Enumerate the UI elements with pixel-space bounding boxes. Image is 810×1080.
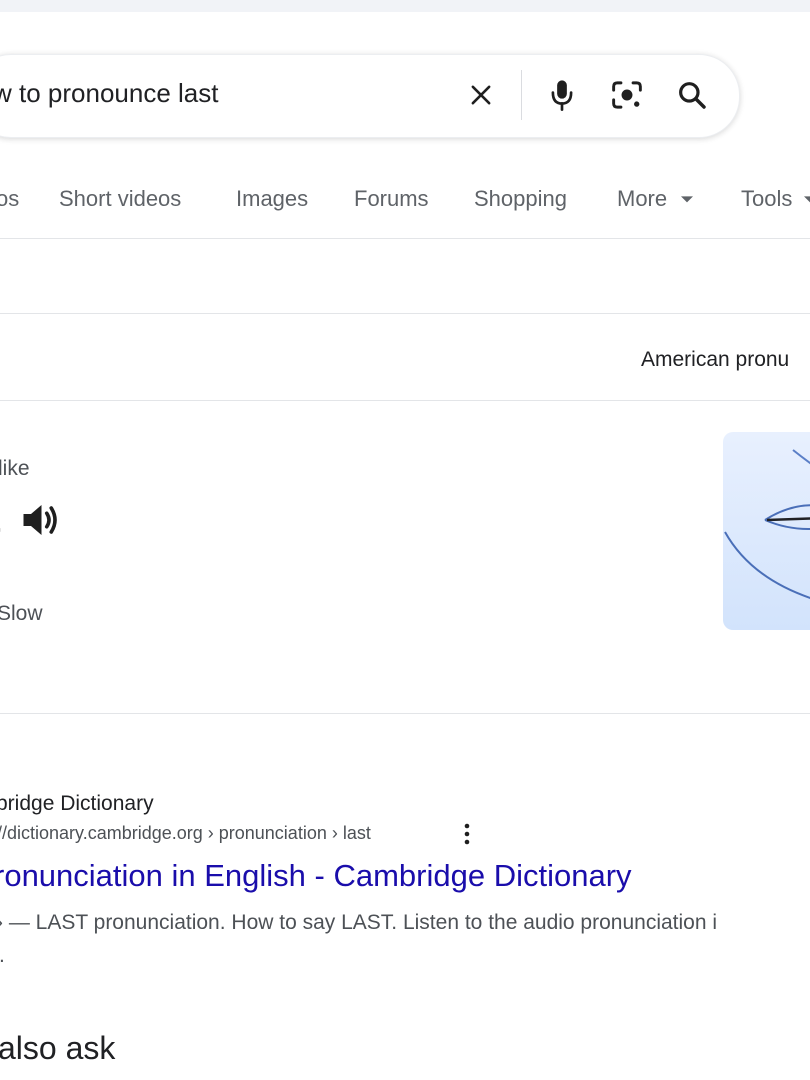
search-icon bbox=[679, 82, 706, 109]
play-pronunciation-button[interactable] bbox=[18, 498, 62, 542]
caret-down-icon bbox=[804, 196, 810, 203]
pronunciation-card-divider bbox=[0, 400, 810, 401]
voice-search-button[interactable] bbox=[540, 73, 584, 117]
tab-shopping[interactable]: Shopping bbox=[474, 186, 567, 212]
result-site-name[interactable]: bridge Dictionary bbox=[0, 792, 154, 816]
result-snippet: › — LAST pronunciation. How to say LAST.… bbox=[0, 911, 718, 934]
microphone-icon bbox=[551, 80, 573, 111]
slow-playback-toggle[interactable]: Slow bbox=[0, 602, 43, 626]
search-results-page: w to pronounce last os Short videos Imag… bbox=[0, 0, 810, 1080]
browser-top-strip bbox=[0, 0, 810, 12]
result-title-link[interactable]: ronunciation in English - Cambridge Dict… bbox=[0, 858, 632, 894]
caret-down-icon bbox=[681, 196, 694, 203]
section-divider bbox=[0, 313, 810, 314]
lips-diagram-icon bbox=[724, 449, 810, 599]
clear-search-button[interactable] bbox=[459, 73, 503, 117]
tabs-divider bbox=[0, 238, 810, 239]
search-submit-button[interactable] bbox=[670, 73, 714, 117]
more-vertical-icon bbox=[464, 823, 470, 845]
tab-tools[interactable]: Tools bbox=[741, 186, 810, 212]
phonetic-word: t bbox=[0, 493, 1, 543]
tab-forums[interactable]: Forums bbox=[354, 186, 429, 212]
close-icon bbox=[471, 85, 491, 105]
image-search-button[interactable] bbox=[605, 73, 649, 117]
accent-selector[interactable]: American pronu bbox=[641, 348, 789, 372]
camera-lens-icon bbox=[612, 81, 642, 109]
tab-images[interactable]: Images bbox=[236, 186, 308, 212]
result-divider bbox=[0, 713, 810, 714]
speaker-icon bbox=[23, 505, 57, 535]
result-snippet-continued: . bbox=[0, 944, 5, 968]
tab-videos[interactable]: os bbox=[0, 186, 19, 212]
tab-tools-label: Tools bbox=[741, 186, 793, 211]
sounds-like-label: like bbox=[0, 457, 30, 480]
tab-short-videos[interactable]: Short videos bbox=[59, 186, 181, 212]
result-url[interactable]: //dictionary.cambridge.org › pronunciati… bbox=[0, 823, 371, 844]
search-input[interactable]: w to pronounce last bbox=[0, 78, 218, 109]
search-divider bbox=[521, 70, 522, 120]
tab-more-label: More bbox=[617, 186, 668, 211]
tab-more[interactable]: More bbox=[617, 186, 694, 212]
result-options-button[interactable] bbox=[445, 812, 489, 856]
search-tabs: os Short videos Images Forums Shopping M… bbox=[0, 186, 810, 218]
people-also-ask-heading: also ask bbox=[0, 1030, 116, 1066]
mouth-illustration bbox=[723, 432, 810, 630]
